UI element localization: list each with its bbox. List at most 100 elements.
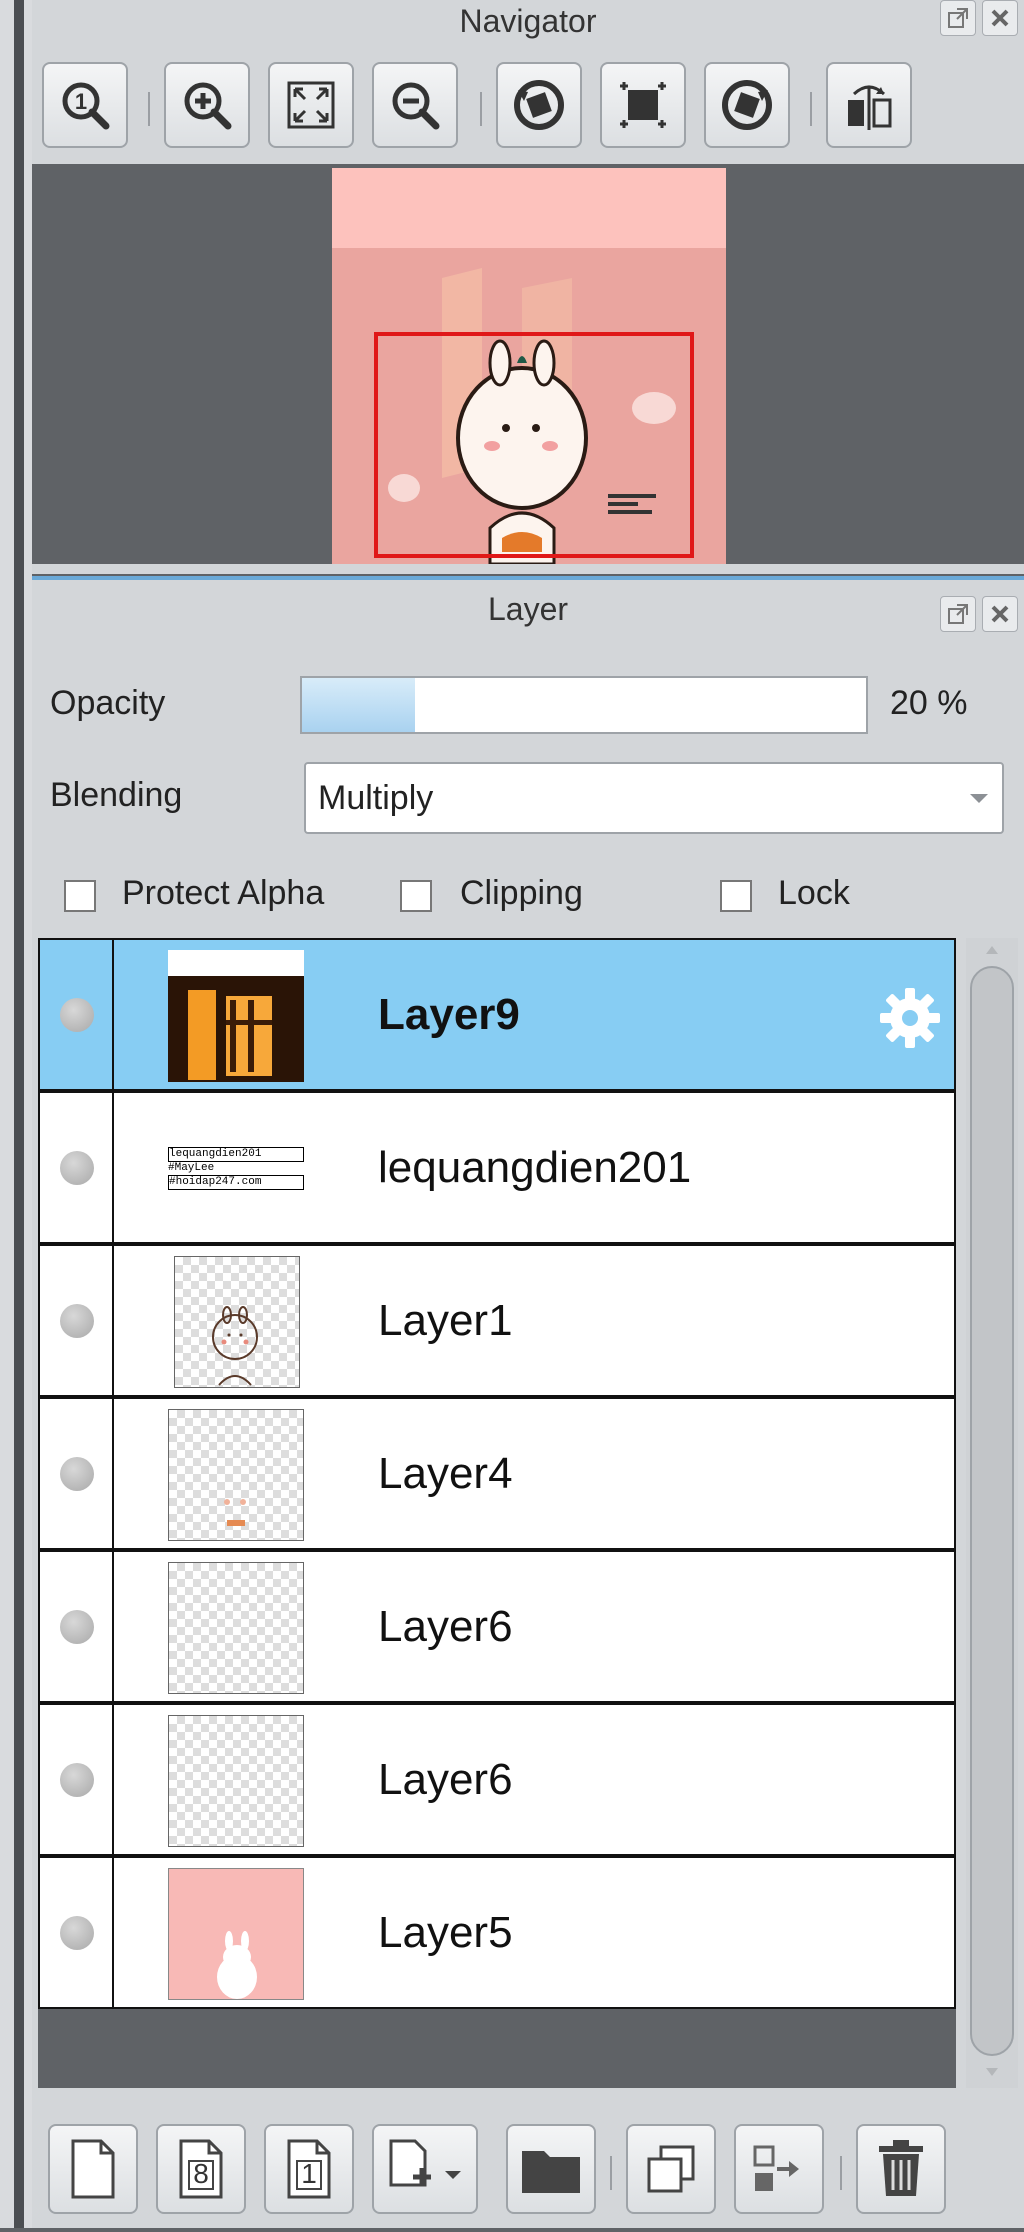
opacity-slider[interactable]: [300, 676, 868, 734]
layer-name: Layer6: [378, 1755, 513, 1804]
close-icon: [991, 9, 1009, 27]
layer-list: Layer9 lequangdien201 #MayLee #hoidap247…: [38, 938, 956, 2088]
new-8bit-layer-button[interactable]: 8: [156, 2124, 246, 2214]
undock-button[interactable]: [940, 0, 976, 36]
reset-view-icon: [620, 82, 666, 128]
navigator-panel: Navigator 1: [32, 0, 1024, 574]
merge-down-icon: [753, 2145, 799, 2191]
layer-name: Layer6: [378, 1602, 513, 1651]
layer-thumbnail: [168, 950, 304, 1082]
visibility-toggle[interactable]: [40, 1858, 114, 2007]
layer-bottom-toolbar: 8 1: [32, 2108, 1024, 2232]
layer-thumbnail: [168, 1868, 304, 2000]
layer-thumbnail: [168, 1409, 304, 1541]
layer-row[interactable]: Layer6: [38, 1703, 956, 1856]
bit-depth-label: 8: [193, 2158, 209, 2189]
visibility-dot-icon: [60, 1304, 94, 1338]
duplicate-layer-button[interactable]: [626, 2124, 716, 2214]
new-1bit-layer-button[interactable]: 1: [264, 2124, 354, 2214]
new-layer-button[interactable]: [48, 2124, 138, 2214]
layer-row[interactable]: Layer4: [38, 1397, 956, 1550]
layer-list-scrollbar[interactable]: [966, 938, 1018, 2088]
rotate-left-icon: [514, 80, 564, 130]
visibility-toggle[interactable]: [40, 1093, 114, 1242]
blending-select[interactable]: Multiply: [304, 762, 1004, 834]
layer-row[interactable]: Layer9: [38, 938, 956, 1091]
visibility-dot-icon: [60, 1151, 94, 1185]
layer-name: lequangdien201: [378, 1143, 692, 1192]
zoom-out-button[interactable]: [372, 62, 458, 148]
flip-horizontal-icon: [848, 85, 892, 130]
flip-horizontal-button[interactable]: [826, 62, 912, 148]
svg-text:1: 1: [75, 89, 87, 114]
zoom-100-button[interactable]: 1: [42, 62, 128, 148]
layer-undock-button[interactable]: [940, 596, 976, 632]
opacity-value: 20 %: [890, 684, 968, 722]
fit-window-icon: [287, 81, 335, 129]
scroll-up-icon[interactable]: [984, 944, 1000, 956]
add-layer-dropdown-button[interactable]: [372, 2124, 478, 2214]
canvas-preview-image: [332, 168, 726, 564]
layer-row[interactable]: Layer1: [38, 1244, 956, 1397]
zoom-out-icon: [392, 82, 440, 130]
close-button[interactable]: [982, 0, 1018, 36]
rotate-right-button[interactable]: [704, 62, 790, 148]
popout-icon: [948, 8, 968, 28]
zoom-in-button[interactable]: [164, 62, 250, 148]
lock-checkbox[interactable]: [720, 880, 752, 912]
opacity-label: Opacity: [50, 684, 166, 722]
lock-label: Lock: [778, 874, 850, 912]
add-layer-dropdown-icon: [389, 2139, 461, 2187]
zoom-in-icon: [184, 82, 232, 130]
layer-close-button[interactable]: [982, 596, 1018, 632]
visibility-toggle[interactable]: [40, 940, 114, 1089]
scrollbar-thumb[interactable]: [970, 966, 1014, 2056]
layer-name: Layer9: [378, 990, 520, 1039]
rotate-left-button[interactable]: [496, 62, 582, 148]
thumb-text-line: #hoidap247.com: [168, 1175, 304, 1190]
layer-row[interactable]: Layer5: [38, 1856, 956, 2009]
delete-layer-button[interactable]: [856, 2124, 946, 2214]
clipping-checkbox[interactable]: [400, 880, 432, 912]
rotate-right-icon: [722, 80, 772, 130]
reset-view-button[interactable]: [600, 62, 686, 148]
navigator-toolbar: 1: [32, 52, 1024, 162]
new-layer-icon: [71, 2139, 115, 2199]
visibility-dot-icon: [60, 1916, 94, 1950]
merge-down-button[interactable]: [734, 2124, 824, 2214]
gear-icon[interactable]: [876, 984, 944, 1052]
layer-title: Layer: [487, 591, 569, 627]
chevron-down-icon: [970, 794, 988, 803]
layer-name: Layer1: [378, 1296, 513, 1345]
layer-thumbnail: lequangdien201 #MayLee #hoidap247.com: [168, 1103, 304, 1235]
visibility-toggle[interactable]: [40, 1246, 114, 1395]
delete-layer-icon: [879, 2140, 923, 2196]
opacity-slider-fill: [302, 678, 415, 732]
protect-alpha-checkbox[interactable]: [64, 880, 96, 912]
layer-row[interactable]: lequangdien201 #MayLee #hoidap247.com le…: [38, 1091, 956, 1244]
scroll-down-icon[interactable]: [984, 2066, 1000, 2078]
visibility-dot-icon: [60, 998, 94, 1032]
close-icon: [991, 605, 1009, 623]
thumb-text-line: lequangdien201: [168, 1147, 304, 1162]
navigator-preview[interactable]: [32, 164, 1024, 564]
protect-alpha-label: Protect Alpha: [122, 874, 325, 912]
fit-window-button[interactable]: [268, 62, 354, 148]
visibility-toggle[interactable]: [40, 1552, 114, 1701]
navigator-title: Navigator: [459, 3, 597, 39]
layer-panel: Layer Opacity 20 % Blending Multiply Pro…: [32, 576, 1024, 2228]
visibility-toggle[interactable]: [40, 1399, 114, 1548]
layer-thumbnail: [174, 1256, 300, 1388]
bit-depth-label: 1: [301, 2158, 317, 2189]
layer-thumbnail: [168, 1562, 304, 1694]
new-folder-button[interactable]: [506, 2124, 596, 2214]
visibility-dot-icon: [60, 1763, 94, 1797]
visibility-dot-icon: [60, 1610, 94, 1644]
visibility-toggle[interactable]: [40, 1705, 114, 1854]
layer-name: Layer5: [378, 1908, 513, 1957]
folder-icon: [522, 2151, 580, 2193]
zoom-100-icon: 1: [62, 82, 110, 130]
layer-row[interactable]: Layer6: [38, 1550, 956, 1703]
popout-icon: [948, 604, 968, 624]
duplicate-layer-icon: [647, 2145, 695, 2193]
